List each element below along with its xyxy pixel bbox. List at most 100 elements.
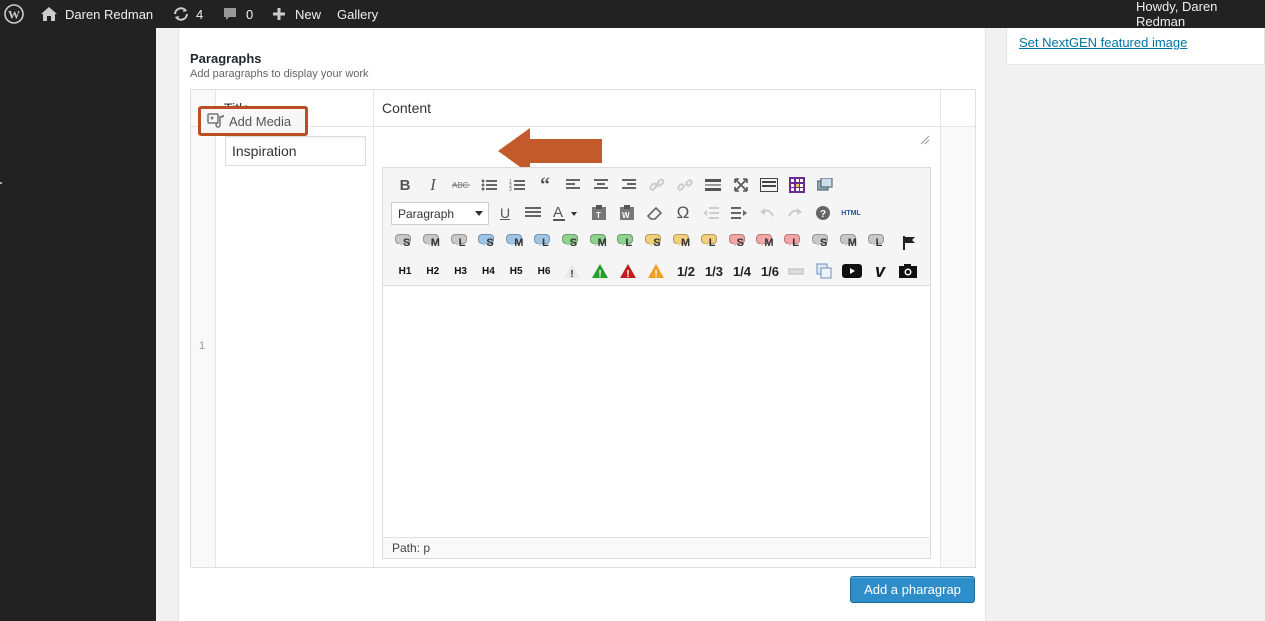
italic-icon[interactable]: I bbox=[422, 174, 444, 196]
strikethrough-icon[interactable]: ABC bbox=[450, 174, 472, 196]
comments-icon[interactable] bbox=[222, 0, 238, 28]
shortcode-bubble-icon[interactable]: L bbox=[783, 232, 807, 252]
bullet-list-icon[interactable] bbox=[478, 174, 500, 196]
underline-icon[interactable]: U bbox=[494, 202, 516, 224]
chevron-down-icon bbox=[475, 211, 483, 216]
svg-text:!: ! bbox=[626, 269, 629, 279]
bubble-size-label: S bbox=[736, 237, 744, 249]
bold-icon[interactable]: B bbox=[394, 174, 416, 196]
bubble-size-label: S bbox=[820, 237, 828, 249]
shortcode-bubble-icon[interactable]: S bbox=[644, 232, 668, 252]
toolbar-toggle-icon[interactable] bbox=[758, 174, 780, 196]
admin-bar: W Daren Redman 4 0 New Gallery Howdy, Da… bbox=[0, 0, 1265, 29]
bubble-size-label: M bbox=[514, 237, 524, 249]
pages-icon[interactable] bbox=[813, 260, 835, 282]
align-right-icon[interactable] bbox=[618, 174, 640, 196]
unlink-icon[interactable] bbox=[674, 174, 696, 196]
heading-4-button[interactable]: H4 bbox=[477, 260, 499, 282]
add-media-button[interactable]: Add Media bbox=[198, 106, 308, 136]
svg-text:!: ! bbox=[570, 269, 573, 279]
svg-text:T: T bbox=[596, 211, 601, 220]
clear-formatting-icon[interactable] bbox=[644, 202, 666, 224]
success-warning-icon[interactable]: ! bbox=[589, 260, 611, 282]
section-description: Add paragraphs to display your work bbox=[190, 68, 369, 80]
shortcode-bubble-icon[interactable]: M bbox=[589, 232, 613, 252]
heading-3-button[interactable]: H3 bbox=[450, 260, 472, 282]
shortcode-bubble-icon[interactable]: S bbox=[811, 232, 835, 252]
content-editor: B I ABC 123 “ Paragraph U A T W Ω ? HTML bbox=[382, 167, 931, 559]
plus-icon[interactable] bbox=[272, 0, 286, 28]
add-paragraph-button[interactable]: Add a pharagrap bbox=[850, 576, 975, 603]
outdent-icon[interactable] bbox=[700, 202, 722, 224]
text-color-icon[interactable]: A bbox=[549, 202, 581, 224]
column-1-4-button[interactable]: 1/4 bbox=[729, 260, 755, 282]
heading-2-button[interactable]: H2 bbox=[422, 260, 444, 282]
youtube-icon[interactable] bbox=[841, 260, 863, 282]
home-icon[interactable] bbox=[40, 0, 58, 28]
shortcode-bubble-icon[interactable]: S bbox=[394, 232, 418, 252]
error-warning-icon[interactable]: ! bbox=[617, 260, 639, 282]
bubble-size-label: L bbox=[875, 237, 883, 249]
shortcode-bubble-icon[interactable]: M bbox=[755, 232, 779, 252]
shortcode-bubble-icon[interactable]: M bbox=[422, 232, 446, 252]
bubble-size-label: M bbox=[764, 237, 774, 249]
site-name-link[interactable]: Daren Redman bbox=[65, 0, 153, 28]
numbered-list-icon[interactable]: 123 bbox=[506, 174, 528, 196]
indent-icon[interactable] bbox=[728, 202, 750, 224]
gallery-insert-icon[interactable] bbox=[814, 174, 836, 196]
shortcode-bubble-icon[interactable]: M bbox=[672, 232, 696, 252]
paste-text-icon[interactable]: T bbox=[588, 202, 610, 224]
gallery-menu[interactable]: Gallery bbox=[337, 0, 378, 28]
shortcode-bubble-icon[interactable]: M bbox=[505, 232, 529, 252]
shortcode-bubble-icon[interactable]: L bbox=[867, 232, 891, 252]
align-center-icon[interactable] bbox=[590, 174, 612, 196]
redo-icon[interactable] bbox=[784, 202, 806, 224]
align-left-icon[interactable] bbox=[562, 174, 584, 196]
link-icon[interactable] bbox=[646, 174, 668, 196]
column-1-6-button[interactable]: 1/6 bbox=[757, 260, 783, 282]
divider-icon[interactable] bbox=[785, 260, 807, 282]
shortcode-bubble-icon[interactable]: S bbox=[561, 232, 585, 252]
blockquote-icon[interactable]: “ bbox=[534, 174, 556, 196]
read-more-icon[interactable] bbox=[702, 174, 724, 196]
shortcode-bubble-icon[interactable]: S bbox=[728, 232, 752, 252]
title-field[interactable] bbox=[225, 136, 366, 166]
editor-content-area[interactable] bbox=[383, 287, 930, 537]
new-menu[interactable]: New bbox=[295, 0, 321, 28]
shortcode-bubble-icon[interactable]: L bbox=[616, 232, 640, 252]
shortcode-bubble-icon[interactable]: L bbox=[533, 232, 557, 252]
justify-icon[interactable] bbox=[522, 202, 544, 224]
column-1-3-button[interactable]: 1/3 bbox=[701, 260, 727, 282]
shortcode-bubble-icon[interactable]: M bbox=[839, 232, 863, 252]
vimeo-icon[interactable]: v bbox=[869, 260, 891, 282]
shortcode-bubble-icon[interactable]: L bbox=[450, 232, 474, 252]
paste-word-icon[interactable]: W bbox=[616, 202, 638, 224]
notice-icon[interactable]: ! bbox=[561, 260, 583, 282]
updates-icon[interactable] bbox=[172, 0, 190, 28]
column-1-2-button[interactable]: 1/2 bbox=[673, 260, 699, 282]
heading-5-button[interactable]: H5 bbox=[505, 260, 527, 282]
svg-text:W: W bbox=[622, 211, 630, 220]
shortcode-bubble-icon[interactable]: S bbox=[477, 232, 501, 252]
undo-icon[interactable] bbox=[756, 202, 778, 224]
special-character-icon[interactable]: Ω bbox=[672, 202, 694, 224]
format-select[interactable]: Paragraph bbox=[391, 202, 489, 225]
user-greeting[interactable]: Howdy, Daren Redman bbox=[1136, 0, 1265, 29]
camera-icon[interactable] bbox=[897, 260, 919, 282]
html-icon[interactable]: HTML bbox=[839, 202, 863, 224]
updates-count[interactable]: 4 bbox=[196, 0, 203, 28]
heading-1-button[interactable]: H1 bbox=[394, 260, 416, 282]
wordpress-logo-icon[interactable]: W bbox=[4, 0, 24, 28]
shortcode-bubble-icon[interactable]: L bbox=[700, 232, 724, 252]
caution-warning-icon[interactable]: ! bbox=[645, 260, 667, 282]
table-grid-icon[interactable] bbox=[786, 174, 808, 196]
fullscreen-icon[interactable] bbox=[730, 174, 752, 196]
resize-handle-icon[interactable] bbox=[918, 133, 930, 148]
help-icon[interactable]: ? bbox=[812, 202, 834, 224]
set-nextgen-featured-image-link[interactable]: Set NextGEN featured image bbox=[1019, 35, 1187, 50]
bubble-size-label: L bbox=[708, 237, 716, 249]
bubble-size-label: M bbox=[681, 237, 691, 249]
flag-icon[interactable] bbox=[898, 232, 920, 254]
comments-count[interactable]: 0 bbox=[246, 0, 253, 28]
heading-6-button[interactable]: H6 bbox=[533, 260, 555, 282]
